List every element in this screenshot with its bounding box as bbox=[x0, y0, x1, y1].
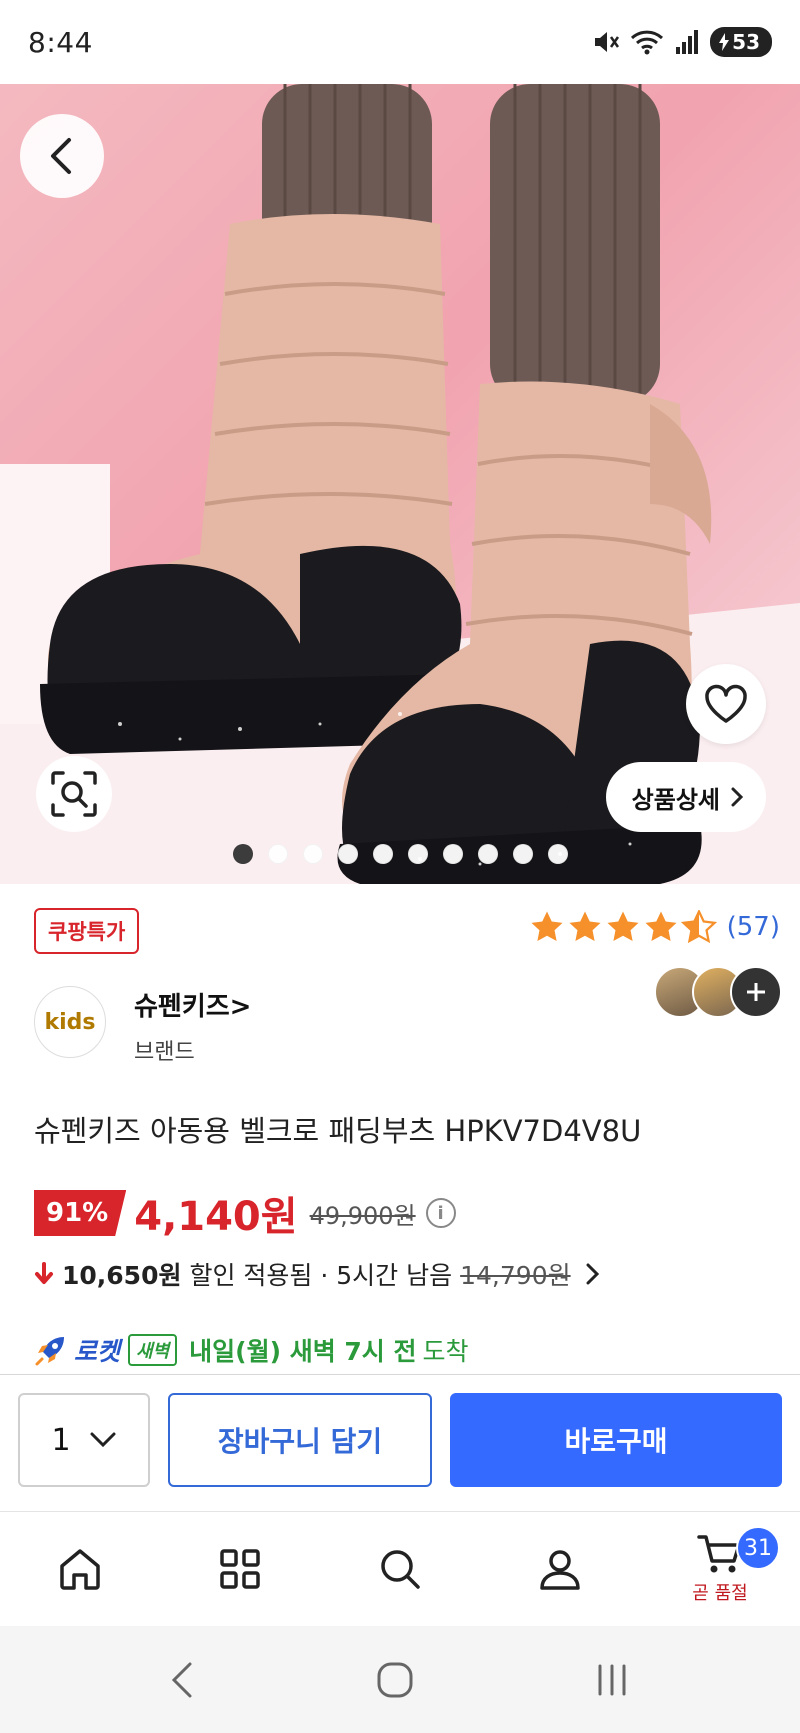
rating-count[interactable]: (57) bbox=[727, 912, 780, 942]
product-detail-button[interactable]: 상품상세 bbox=[605, 762, 766, 832]
carousel-dot[interactable] bbox=[547, 844, 568, 864]
dawn-delivery-badge: 새벽 bbox=[128, 1334, 178, 1366]
charging-icon bbox=[719, 33, 730, 51]
image-search-button[interactable] bbox=[36, 756, 112, 832]
carousel-dot[interactable] bbox=[267, 844, 288, 864]
system-back-icon[interactable] bbox=[168, 1660, 198, 1700]
chevron-down-icon bbox=[90, 1432, 116, 1448]
star-full-icon bbox=[607, 911, 639, 942]
star-half-icon bbox=[680, 910, 717, 944]
nav-home[interactable] bbox=[0, 1512, 160, 1626]
price-row: 91% 4,140원 49,900원 i bbox=[34, 1184, 456, 1242]
brand-logo[interactable]: kids bbox=[34, 986, 106, 1058]
arrow-down-icon bbox=[35, 1262, 53, 1284]
carousel-dot[interactable] bbox=[372, 844, 393, 864]
rating[interactable]: (57) bbox=[529, 910, 780, 944]
brand-logo-text: kids bbox=[44, 1009, 96, 1035]
discount-rate: 91% bbox=[34, 1190, 127, 1236]
carousel-dot[interactable] bbox=[512, 844, 533, 864]
back-button[interactable] bbox=[20, 114, 104, 198]
carousel-dot[interactable] bbox=[232, 844, 253, 864]
cart-count-badge: 31 bbox=[736, 1526, 780, 1570]
carousel-dot[interactable] bbox=[477, 844, 498, 864]
rocket-icon bbox=[35, 1337, 64, 1366]
product-detail-label: 상품상세 bbox=[631, 785, 720, 814]
carousel-dot[interactable] bbox=[442, 844, 463, 864]
user-icon bbox=[540, 1550, 580, 1590]
brand-name-link[interactable]: 슈펜키즈> bbox=[134, 986, 251, 1023]
delivery-info: 로켓 새벽 내일(월) 새벽 7시 전 도착 bbox=[34, 1332, 469, 1368]
system-recents-icon[interactable] bbox=[592, 1660, 632, 1700]
bottom-navigation: 곧 품절 31 bbox=[0, 1512, 800, 1626]
star-full-icon bbox=[531, 911, 563, 942]
original-price: 49,900원 bbox=[309, 1201, 416, 1230]
carousel-dot[interactable] bbox=[337, 844, 358, 864]
wishlist-button[interactable] bbox=[686, 664, 766, 744]
battery-indicator: 53 bbox=[710, 27, 772, 57]
plus-icon bbox=[747, 983, 765, 1001]
chevron-right-icon bbox=[731, 787, 744, 807]
heart-icon bbox=[705, 684, 747, 723]
delivery-suffix: 도착 bbox=[422, 1337, 469, 1366]
coupon-row[interactable]: 10,650원 할인 적용됨 · 5시간 남음 14,790원 bbox=[34, 1256, 601, 1292]
status-bar: 8:44 53 bbox=[0, 0, 800, 84]
quantity-value: 1 bbox=[51, 1422, 71, 1458]
grid-icon bbox=[220, 1549, 260, 1589]
nav-my-page[interactable] bbox=[480, 1512, 640, 1626]
star-full-icon bbox=[569, 911, 601, 942]
review-photo-thumbnails[interactable] bbox=[654, 966, 782, 1018]
lens-search-icon bbox=[51, 771, 97, 817]
nav-search[interactable] bbox=[320, 1512, 480, 1626]
carousel-dot[interactable] bbox=[302, 844, 323, 864]
chevron-left-icon bbox=[51, 138, 71, 174]
product-image-carousel[interactable]: 상품상세 bbox=[0, 84, 800, 884]
star-full-icon bbox=[645, 911, 677, 942]
carousel-dots bbox=[0, 844, 800, 864]
battery-level: 53 bbox=[732, 30, 760, 54]
add-to-cart-button[interactable]: 장바구니 담기 bbox=[168, 1393, 432, 1487]
nav-cart[interactable]: 곧 품절 31 bbox=[640, 1512, 800, 1626]
brand-label: 브랜드 bbox=[134, 1040, 195, 1065]
system-navigation bbox=[0, 1626, 800, 1733]
buy-now-button[interactable]: 바로구매 bbox=[450, 1393, 782, 1487]
coupon-price: 10,650원 bbox=[62, 1261, 182, 1290]
wifi-icon bbox=[631, 30, 664, 55]
signal-icon bbox=[676, 30, 699, 54]
sale-price: 4,140원 bbox=[134, 1194, 298, 1240]
nav-categories[interactable] bbox=[160, 1512, 320, 1626]
quantity-selector[interactable]: 1 bbox=[18, 1393, 150, 1487]
home-icon bbox=[60, 1549, 100, 1590]
price-info-icon[interactable]: i bbox=[425, 1198, 456, 1228]
product-title: 슈펜키즈 아동용 벨크로 패딩부츠 HPKV7D4V8U bbox=[34, 1114, 642, 1148]
delivery-eta: 내일(월) 새벽 7시 전 bbox=[189, 1337, 417, 1366]
status-time: 8:44 bbox=[28, 25, 93, 59]
cart-caption: 곧 품절 bbox=[692, 1583, 748, 1604]
rocket-label: 로켓 bbox=[74, 1337, 121, 1366]
status-icons: 53 bbox=[592, 27, 772, 57]
system-home-icon[interactable] bbox=[375, 1660, 415, 1700]
purchase-bar: 1 장바구니 담기 바로구매 bbox=[0, 1374, 800, 1512]
more-reviews-button[interactable] bbox=[730, 966, 782, 1018]
coupon-text: 할인 적용됨 · 5시간 남음 bbox=[189, 1261, 453, 1290]
chevron-right-icon bbox=[586, 1263, 599, 1285]
coupon-original-price: 14,790원 bbox=[460, 1261, 571, 1290]
mute-icon bbox=[595, 32, 620, 52]
carousel-dot[interactable] bbox=[407, 844, 428, 864]
coupang-deal-badge: 쿠팡특가 bbox=[34, 908, 140, 954]
search-icon bbox=[381, 1550, 420, 1589]
